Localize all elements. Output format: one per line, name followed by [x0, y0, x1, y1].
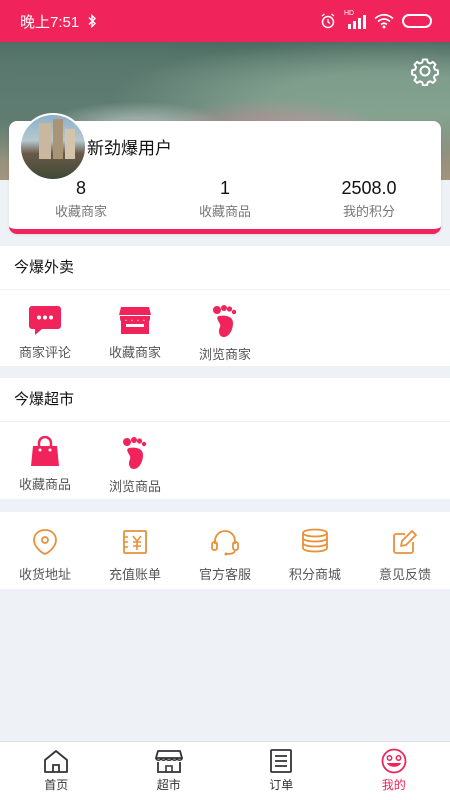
battery-icon [402, 14, 432, 28]
username[interactable]: 新劲爆用户 [87, 134, 172, 159]
nav-label: 我的 [381, 778, 406, 792]
profile-card: 新劲爆用户 8 收藏商家 1 收藏商品 2508.0 我的积分 [9, 113, 441, 234]
status-bar: 晚上7:51 HD [0, 0, 450, 42]
nav-home[interactable]: 首页 [0, 742, 113, 800]
bottom-navigation: 首页 超市 订单 我的 [0, 741, 450, 800]
nav-label: 首页 [44, 778, 69, 792]
headset-icon [211, 530, 239, 556]
stat-value: 8 [75, 178, 86, 198]
shipping-address-button[interactable]: 收货地址 [0, 528, 90, 583]
alarm-icon [321, 13, 335, 29]
order-list-icon [270, 749, 293, 773]
market-section-title: 今爆超市 [0, 378, 450, 422]
status-time-group: 晚上7:51 [20, 11, 97, 32]
chat-bubble-icon [29, 306, 61, 335]
bluetooth-icon [88, 14, 97, 28]
favorite-products-button[interactable]: 收藏商品 [0, 436, 90, 495]
stat-label: 收藏商品 [198, 204, 251, 219]
stat-my-points[interactable]: 2508.0 我的积分 [297, 176, 441, 220]
wifi-icon [374, 13, 394, 29]
stat-value: 2508.0 [341, 178, 397, 198]
nav-mine[interactable]: 我的 [338, 742, 450, 800]
tools-section: 收货地址 充值账单 官方客服 积分商城 意见反馈 [0, 512, 450, 589]
profile-stats: 8 收藏商家 1 收藏商品 2508.0 我的积分 [9, 176, 441, 220]
signal-icon: HD [344, 10, 366, 29]
tools-icon-row: 收货地址 充值账单 官方客服 积分商城 意见反馈 [0, 512, 450, 583]
market-section: 今爆超市 收藏商品 浏览商品 [0, 378, 450, 499]
location-icon [33, 529, 57, 555]
icon-label: 浏览商品 [108, 479, 161, 494]
shop-icon [119, 307, 151, 334]
icon-label: 收货地址 [18, 567, 71, 582]
footprint-icon [213, 305, 237, 337]
feedback-icon [393, 530, 417, 554]
shopping-bag-icon [31, 436, 59, 466]
market-icon-row: 收藏商品 浏览商品 [0, 422, 450, 495]
icon-label: 收藏商品 [18, 477, 71, 492]
nav-orders[interactable]: 订单 [225, 742, 338, 800]
nav-supermarket[interactable]: 超市 [113, 742, 226, 800]
stat-label: 收藏商家 [54, 204, 107, 219]
favorite-shops-button[interactable]: 收藏商家 [90, 304, 180, 363]
stat-favorite-products[interactable]: 1 收藏商品 [153, 176, 297, 220]
feedback-button[interactable]: 意见反馈 [360, 528, 450, 583]
icon-label: 收藏商家 [108, 345, 161, 360]
status-time: 晚上7:51 [20, 13, 80, 31]
browsed-products-button[interactable]: 浏览商品 [90, 436, 180, 495]
coins-icon [302, 528, 328, 553]
nav-label: 订单 [269, 778, 294, 792]
customer-service-button[interactable]: 官方客服 [180, 528, 270, 583]
stat-favorite-shops[interactable]: 8 收藏商家 [9, 176, 153, 220]
icon-label: 充值账单 [108, 567, 161, 582]
icon-label: 积分商城 [288, 567, 341, 582]
points-mall-button[interactable]: 积分商城 [270, 528, 360, 583]
merchant-reviews-button[interactable]: 商家评论 [0, 304, 90, 363]
settings-gear-icon[interactable] [410, 56, 440, 86]
stat-label: 我的积分 [342, 204, 395, 219]
footprint-icon [123, 437, 147, 469]
nav-label: 超市 [156, 778, 181, 792]
icon-label: 官方客服 [198, 567, 251, 582]
stat-value: 1 [219, 178, 230, 198]
icon-label: 商家评论 [18, 345, 71, 360]
takeout-icon-row: 商家评论 收藏商家 浏览商家 [0, 290, 450, 363]
bill-icon [123, 530, 147, 554]
takeout-section: 今爆外卖 商家评论 收藏商家 浏览商家 [0, 246, 450, 366]
browsed-shops-button[interactable]: 浏览商家 [180, 304, 270, 363]
smiley-icon [381, 748, 407, 774]
home-icon [44, 750, 69, 773]
recharge-bill-button[interactable]: 充值账单 [90, 528, 180, 583]
takeout-section-title: 今爆外卖 [0, 246, 450, 290]
icon-label: 意见反馈 [378, 567, 431, 582]
store-icon [154, 750, 183, 773]
avatar[interactable] [19, 113, 87, 181]
icon-label: 浏览商家 [198, 347, 251, 362]
status-icons: HD [320, 10, 432, 29]
